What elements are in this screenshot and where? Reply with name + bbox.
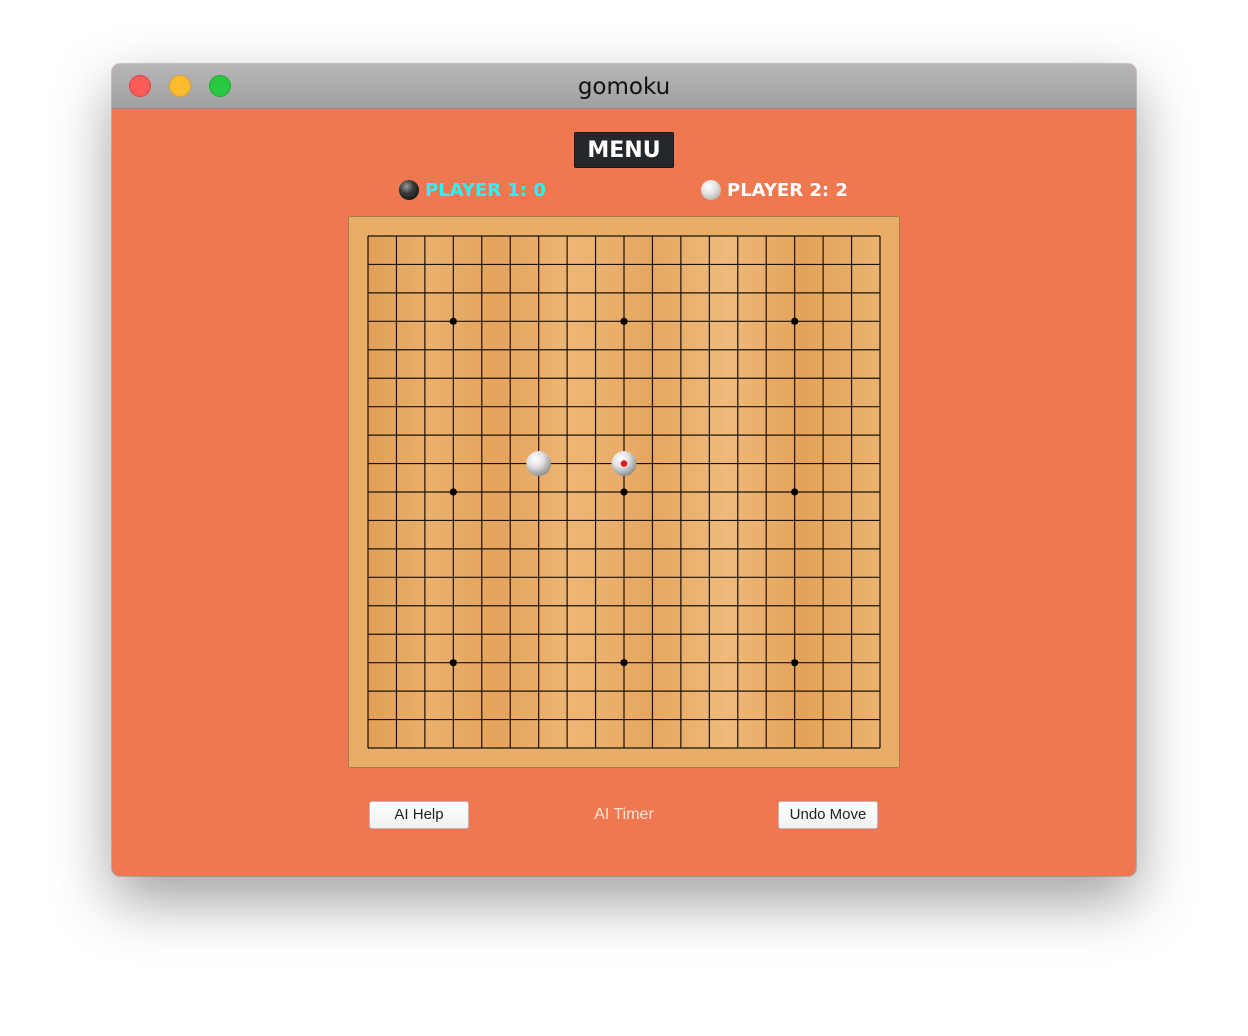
last-move-marker (620, 460, 628, 467)
star-point (791, 659, 799, 667)
undo-move-button[interactable]: Undo Move (778, 801, 878, 829)
player-1-score: PLAYER 1: 0 (399, 178, 546, 202)
star-point (791, 317, 799, 325)
star-point (620, 317, 628, 325)
title-bar: gomoku (112, 64, 1136, 109)
star-point (620, 488, 628, 496)
window-title: gomoku (577, 74, 671, 100)
star-point (449, 317, 457, 325)
black-stone-icon (399, 180, 419, 200)
star-point (620, 659, 628, 667)
player-1-label: PLAYER 1: 0 (425, 179, 546, 201)
star-point (791, 488, 799, 496)
player-2-label: PLAYER 2: 2 (727, 179, 848, 201)
ai-timer-label: AI Timer (594, 806, 654, 823)
white-stone-icon (701, 180, 721, 200)
ai-help-button[interactable]: AI Help (369, 801, 469, 829)
menu-button[interactable]: MENU (574, 132, 674, 168)
game-board[interactable] (348, 216, 900, 768)
game-window: gomoku MENU PLAYER 1: 0 PLAYER 2: 2 AI H… (112, 64, 1136, 876)
star-point (449, 659, 457, 667)
player-2-score: PLAYER 2: 2 (701, 178, 848, 202)
white-stone (526, 451, 552, 477)
board-grid[interactable] (349, 217, 899, 767)
star-point (449, 488, 457, 496)
